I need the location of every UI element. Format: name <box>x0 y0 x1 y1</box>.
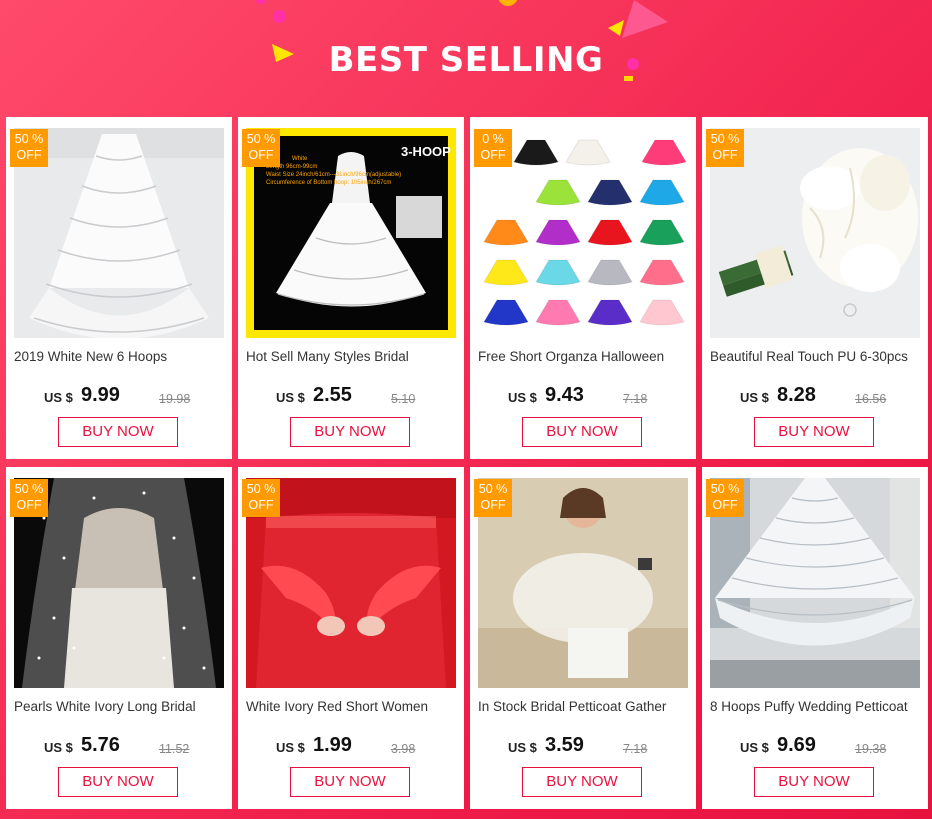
original-price: 3.98 <box>391 742 416 756</box>
product-name[interactable]: Free Short Organza Halloween <box>478 349 690 364</box>
image-label: 3-HOOP <box>401 144 451 159</box>
original-price: 11.52 <box>159 742 190 756</box>
price-row: US $ 3.59 7.18 <box>470 734 696 760</box>
price-row: US $ 9.69 19.38 <box>702 734 928 760</box>
original-price: 5.10 <box>391 392 416 406</box>
product-name[interactable]: 2019 White New 6 Hoops <box>14 349 226 364</box>
product-card[interactable]: 0 % OFF Free Short Organza Halloween US $… <box>470 117 696 459</box>
current-price: 8.28 <box>777 384 816 406</box>
product-name[interactable]: Hot Sell Many Styles Bridal <box>246 349 458 364</box>
currency-label: US $ <box>740 390 769 405</box>
discount-badge: 50 % OFF <box>706 479 744 517</box>
discount-badge: 0 % OFF <box>474 129 512 167</box>
currency-label: US $ <box>44 390 73 405</box>
confetti-coin <box>498 0 518 6</box>
price-row: US $ 1.99 3.98 <box>238 734 464 760</box>
product-name[interactable]: 8 Hoops Puffy Wedding Petticoat <box>710 699 922 714</box>
image-caption: Waist Size 24inch/61cm---31inch/96cm(adj… <box>266 172 401 178</box>
original-price: 16.56 <box>855 392 887 406</box>
image-caption: Circumference of Bottom hoop: 105inch/26… <box>266 180 391 186</box>
product-name[interactable]: Beautiful Real Touch PU 6-30pcs <box>710 349 922 364</box>
currency-label: US $ <box>276 740 305 755</box>
section-title: BEST SELLING <box>328 40 604 80</box>
buy-now-button[interactable]: BUY NOW <box>58 767 178 797</box>
buy-now-button[interactable]: BUY NOW <box>290 417 410 447</box>
buy-now-button[interactable]: BUY NOW <box>754 767 874 797</box>
current-price: 9.69 <box>777 734 816 756</box>
product-card[interactable]: 50 % OFF 8 Hoops Puffy Wedding Petticoat … <box>702 467 928 809</box>
discount-badge: 50 % OFF <box>474 479 512 517</box>
discount-badge: 50 % OFF <box>242 479 280 517</box>
original-price: 7.18 <box>623 392 648 406</box>
image-caption: White <box>292 156 308 162</box>
product-card[interactable]: 3-HOOP White Length 96cm-99cm Waist Size… <box>238 117 464 459</box>
price-row: US $ 2.55 5.10 <box>238 384 464 410</box>
current-price: 2.55 <box>313 384 352 406</box>
price-row: US $ 9.43 7.18 <box>470 384 696 410</box>
current-price: 9.99 <box>81 384 120 406</box>
currency-label: US $ <box>740 740 769 755</box>
current-price: 5.76 <box>81 734 120 756</box>
buy-now-button[interactable]: BUY NOW <box>290 767 410 797</box>
current-price: 9.43 <box>545 384 584 406</box>
original-price: 19.98 <box>159 392 191 406</box>
buy-now-button[interactable]: BUY NOW <box>754 417 874 447</box>
product-name[interactable]: White Ivory Red Short Women <box>246 699 458 714</box>
discount-badge: 50 % OFF <box>706 129 744 167</box>
product-card[interactable]: 50 % OFF Pearls White Ivory Long Bridal U… <box>6 467 232 809</box>
product-card[interactable]: 50 % OFF White Ivory Red Short Women US $… <box>238 467 464 809</box>
current-price: 1.99 <box>313 734 352 756</box>
confetti-dot <box>273 10 286 23</box>
buy-now-button[interactable]: BUY NOW <box>58 417 178 447</box>
confetti-dot <box>256 0 266 4</box>
discount-badge: 50 % OFF <box>10 479 48 517</box>
original-price: 19.38 <box>855 742 887 756</box>
buy-now-button[interactable]: BUY NOW <box>522 767 642 797</box>
discount-badge: 50 % OFF <box>10 129 48 167</box>
discount-badge: 50 % OFF <box>242 129 280 167</box>
confetti-triangle <box>622 0 668 38</box>
product-card[interactable]: 50 % OFF In Stock Bridal Petticoat Gather… <box>470 467 696 809</box>
product-name[interactable]: Pearls White Ivory Long Bridal <box>14 699 226 714</box>
original-price: 7.18 <box>623 742 648 756</box>
price-row: US $ 8.28 16.56 <box>702 384 928 410</box>
product-card[interactable]: 50 % OFF 2019 White New 6 Hoops US $ 9.99… <box>6 117 232 459</box>
currency-label: US $ <box>44 740 73 755</box>
currency-label: US $ <box>508 390 537 405</box>
currency-label: US $ <box>276 390 305 405</box>
product-name[interactable]: In Stock Bridal Petticoat Gather <box>478 699 690 714</box>
price-row: US $ 5.76 11.52 <box>6 734 232 760</box>
current-price: 3.59 <box>545 734 584 756</box>
product-card[interactable]: 50 % OFF Beautiful Real Touch PU 6-30pcs … <box>702 117 928 459</box>
currency-label: US $ <box>508 740 537 755</box>
price-row: US $ 9.99 19.98 <box>6 384 232 410</box>
buy-now-button[interactable]: BUY NOW <box>522 417 642 447</box>
